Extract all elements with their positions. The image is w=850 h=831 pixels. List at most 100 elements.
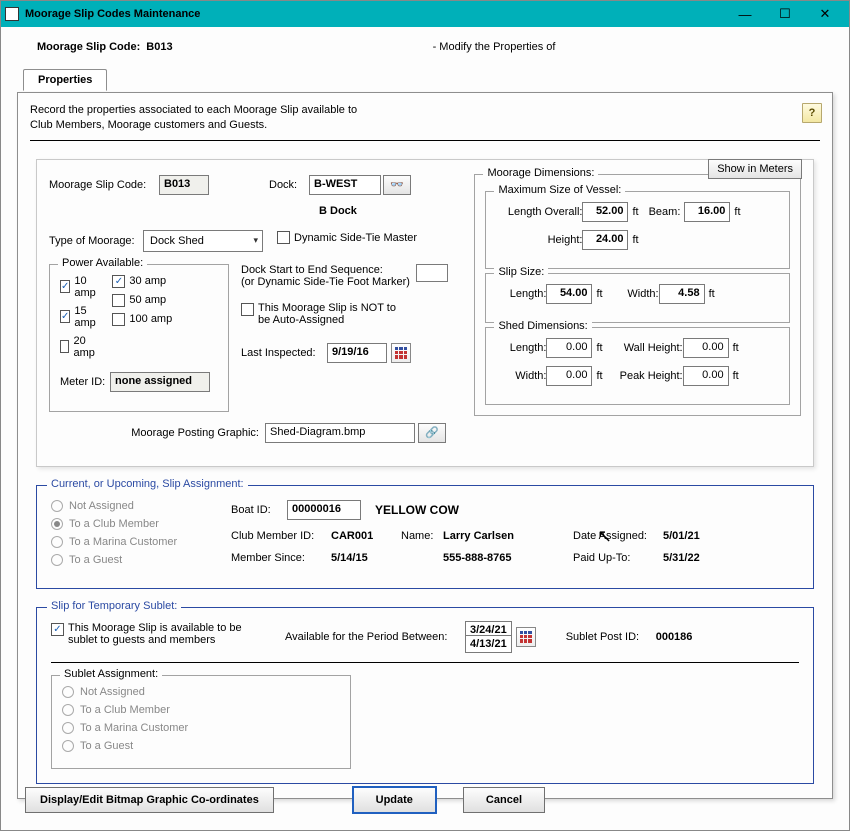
sublet-guest-radio[interactable]: To a Guest	[62, 740, 340, 752]
minimize-button[interactable]: —	[725, 3, 765, 25]
moorage-dimensions-legend: Moorage Dimensions:	[483, 167, 598, 179]
dock-field[interactable]: B-WEST	[309, 175, 381, 195]
calendar-icon	[395, 347, 407, 359]
intro-line2: Club Members, Moorage customers and Gues…	[30, 118, 820, 133]
last-inspected-field[interactable]: 9/19/16	[327, 343, 387, 363]
current-assignment-legend: Current, or Upcoming, Slip Assignment:	[47, 478, 248, 490]
update-button[interactable]: Update	[352, 786, 437, 814]
dock-lookup-button[interactable]: 👓	[383, 175, 411, 195]
shed-width-field[interactable]: 0.00	[546, 366, 592, 386]
sublet-marina-customer-radio[interactable]: To a Marina Customer	[62, 722, 340, 734]
slip-length-field[interactable]: 54.00	[546, 284, 592, 304]
cancel-button[interactable]: Cancel	[463, 787, 545, 813]
amp-15-checkbox[interactable]: ✓15 amp	[60, 305, 98, 329]
paid-upto-label: Paid Up-To:	[573, 552, 663, 564]
type-dropdown[interactable]: Dock Shed ▾	[143, 230, 263, 252]
shed-dimensions-group: Shed Dimensions: Length: 0.00 ft Wall He…	[485, 327, 790, 405]
boat-id-label: Boat ID:	[231, 504, 287, 516]
height-field[interactable]: 24.00	[582, 230, 628, 250]
length-overall-field[interactable]: 52.00	[582, 202, 628, 222]
amp-20-checkbox[interactable]: 20 amp	[60, 335, 98, 359]
dock-seq-label: Dock Start to End Sequence:	[241, 264, 410, 276]
slip-width-field[interactable]: 4.58	[659, 284, 705, 304]
slip-size-group: Slip Size: Length: 54.00 ft Width: 4.58 …	[485, 273, 790, 323]
tab-properties[interactable]: Properties	[23, 69, 107, 91]
slip-width-label: Width:	[613, 288, 659, 300]
club-member-id-label: Club Member ID:	[231, 530, 331, 542]
max-vessel-legend: Maximum Size of Vessel:	[494, 184, 625, 196]
posting-graphic-link-button[interactable]: 🔗	[418, 423, 446, 443]
sublet-not-assigned-radio[interactable]: Not Assigned	[62, 686, 340, 698]
beam-field[interactable]: 16.00	[684, 202, 730, 222]
titlebar: Moorage Slip Codes Maintenance — ☐ ✕	[1, 1, 849, 27]
dock-seq-field[interactable]	[416, 264, 448, 282]
close-button[interactable]: ✕	[805, 3, 845, 25]
sublet-available-checkbox[interactable]: ✓ This Moorage Slip is available to be s…	[51, 622, 271, 646]
amp-10-checkbox[interactable]: ✓10 amp	[60, 275, 98, 299]
assign-guest-radio[interactable]: To a Guest	[51, 554, 231, 566]
amp-50-checkbox[interactable]: 50 amp	[112, 294, 166, 307]
amp-100-checkbox[interactable]: 100 amp	[112, 313, 172, 326]
window-title: Moorage Slip Codes Maintenance	[25, 8, 725, 20]
slip-size-legend: Slip Size:	[494, 266, 548, 278]
no-auto-assign-checkbox[interactable]: This Moorage Slip is NOT to be Auto-Assi…	[241, 302, 396, 326]
app-icon	[5, 7, 19, 21]
beam-label: Beam:	[649, 206, 681, 218]
tabstrip: Properties	[17, 69, 833, 93]
wall-height-field[interactable]: 0.00	[683, 338, 729, 358]
calendar-icon	[520, 631, 532, 643]
dock-label: Dock:	[269, 179, 309, 191]
sublet-date-button[interactable]	[516, 627, 536, 647]
peak-height-field[interactable]: 0.00	[683, 366, 729, 386]
shed-length-field[interactable]: 0.00	[546, 338, 592, 358]
boat-id-field[interactable]: 00000016	[287, 500, 361, 520]
boat-name: YELLOW COW	[375, 503, 459, 517]
type-dropdown-value: Dock Shed	[150, 235, 204, 247]
club-member-id: CAR001	[331, 530, 401, 542]
posting-graphic-label: Moorage Posting Graphic:	[119, 427, 259, 439]
sublet-legend: Slip for Temporary Sublet:	[47, 600, 181, 612]
chevron-down-icon: ▾	[251, 235, 260, 246]
sublet-post-id: 000186	[656, 631, 693, 643]
assign-marina-customer-radio[interactable]: To a Marina Customer	[51, 536, 231, 548]
dock-description: B Dock	[319, 205, 357, 217]
intro-line1: Record the properties associated to each…	[30, 103, 820, 118]
properties-panel: Moorage Slip Code: B013 Dock: B-WEST 👓 B…	[36, 159, 814, 467]
member-name-label: Name:	[401, 530, 443, 542]
assign-club-member-radio[interactable]: To a Club Member	[51, 518, 231, 530]
meter-id-field[interactable]: none assigned	[110, 372, 210, 392]
sublet-club-member-radio[interactable]: To a Club Member	[62, 704, 340, 716]
meter-id-label: Meter ID:	[60, 376, 110, 388]
type-label: Type of Moorage:	[49, 235, 143, 247]
date-assigned-label: Date Assigned:	[573, 530, 663, 542]
help-icon[interactable]: ?	[802, 103, 822, 123]
sublet-date-to-field[interactable]: 4/13/21	[465, 635, 512, 653]
posting-graphic-field[interactable]: Shed-Diagram.bmp	[265, 423, 415, 443]
moorage-dimensions-group: Moorage Dimensions: Show in Meters Maxim…	[474, 174, 801, 416]
peak-height-label: Peak Height:	[613, 370, 683, 382]
tab-page-properties: ? Record the properties associated to ea…	[17, 92, 833, 799]
wall-height-label: Wall Height:	[613, 342, 683, 354]
length-overall-label: Length Overall:	[496, 206, 582, 218]
last-inspected-date-button[interactable]	[391, 343, 411, 363]
member-since: 5/14/15	[331, 552, 401, 564]
footer-bar: Display/Edit Bitmap Graphic Co-ordinates…	[25, 786, 825, 814]
sublet-assignment-group: Sublet Assignment: Not Assigned To a Clu…	[51, 675, 351, 769]
amp-30-checkbox[interactable]: ✓30 amp	[112, 275, 166, 288]
intro-text: Record the properties associated to each…	[30, 103, 820, 134]
dock-seq-sublabel: (or Dynamic Side-Tie Foot Marker)	[241, 276, 410, 288]
slip-code-label: Moorage Slip Code:	[49, 179, 159, 191]
max-vessel-group: Maximum Size of Vessel: Length Overall: …	[485, 191, 790, 269]
sublet-assignment-legend: Sublet Assignment:	[60, 668, 162, 680]
current-assignment-group: Current, or Upcoming, Slip Assignment: ↖…	[36, 485, 814, 589]
show-meters-button[interactable]: Show in Meters	[708, 159, 802, 179]
date-assigned: 5/01/21	[663, 530, 700, 542]
power-legend: Power Available:	[58, 257, 147, 269]
header-label: Moorage Slip Code:	[37, 41, 140, 53]
dynamic-sidetie-checkbox[interactable]: Dynamic Side-Tie Master	[277, 231, 417, 244]
maximize-button[interactable]: ☐	[765, 3, 805, 25]
sublet-post-id-label: Sublet Post ID:	[566, 631, 656, 643]
assign-not-assigned-radio[interactable]: Not Assigned	[51, 500, 231, 512]
slip-length-label: Length:	[496, 288, 546, 300]
bitmap-coordinates-button[interactable]: Display/Edit Bitmap Graphic Co-ordinates	[25, 787, 274, 813]
